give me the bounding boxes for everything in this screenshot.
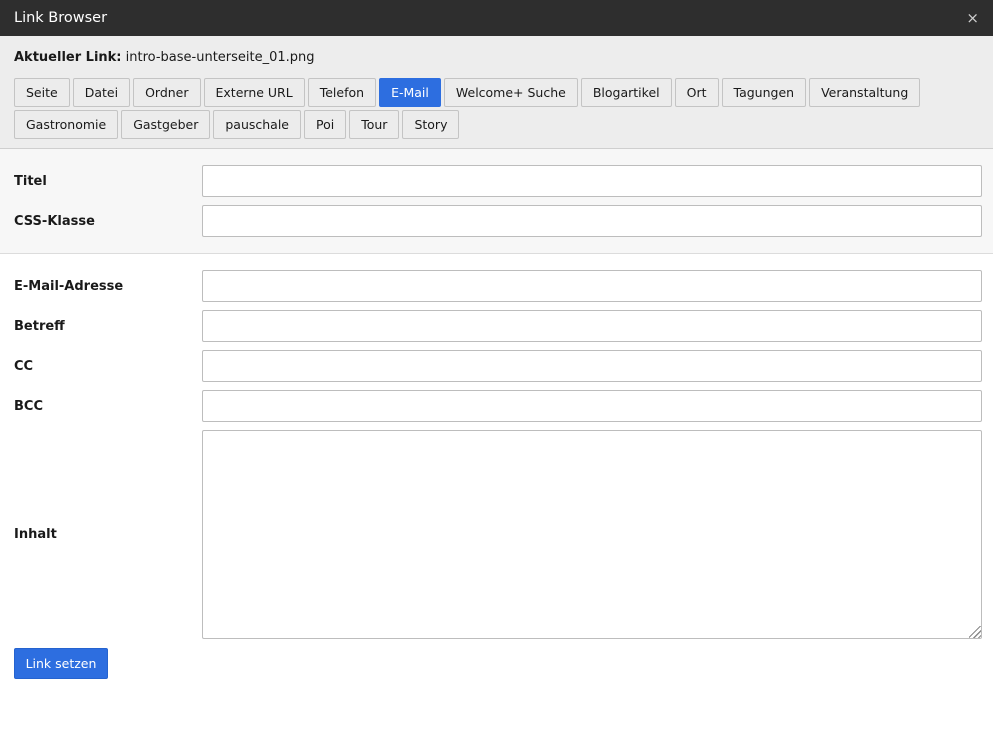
title-label: Titel [14, 173, 47, 189]
tab-poi[interactable]: Poi [304, 110, 347, 139]
tab-row-1: Seite Datei Ordner Externe URL Telefon E… [14, 78, 974, 107]
body-row: Inhalt [0, 430, 993, 639]
tab-row-2: Gastronomie Gastgeber pauschale Poi Tour… [14, 110, 974, 139]
cc-label: CC [14, 358, 34, 374]
tab-telefon[interactable]: Telefon [307, 78, 377, 107]
tab-ort[interactable]: Ort [674, 78, 719, 107]
tab-seite[interactable]: Seite [14, 78, 70, 107]
current-link: Aktueller Link: intro-base-unterseite_01… [14, 50, 315, 65]
tab-gastgeber[interactable]: Gastgeber [121, 110, 211, 139]
cc-input[interactable] [202, 350, 982, 382]
title-input[interactable] [202, 165, 982, 197]
tab-datei[interactable]: Datei [72, 78, 131, 107]
tab-externe-url[interactable]: Externe URL [203, 78, 305, 107]
tab-ordner[interactable]: Ordner [133, 78, 201, 107]
email-address-label: E-Mail-Adresse [14, 278, 124, 294]
cc-row: CC [0, 350, 993, 382]
tab-veranstaltung[interactable]: Veranstaltung [809, 78, 921, 107]
tab-gastronomie[interactable]: Gastronomie [14, 110, 119, 139]
bcc-input[interactable] [202, 390, 982, 422]
link-header-panel: Aktueller Link: intro-base-unterseite_01… [0, 36, 993, 149]
current-link-value: intro-base-unterseite_01.png [125, 50, 315, 65]
general-attributes-section: Titel CSS-Klasse [0, 149, 993, 254]
email-address-row: E-Mail-Adresse [0, 270, 993, 302]
window-title: Link Browser [14, 10, 108, 26]
bcc-row: BCC [0, 390, 993, 422]
tab-story[interactable]: Story [402, 110, 460, 139]
tab-tour[interactable]: Tour [349, 110, 400, 139]
subject-label: Betreff [14, 318, 65, 334]
tab-blogartikel[interactable]: Blogartikel [580, 78, 672, 107]
tab-pauschale[interactable]: pauschale [213, 110, 301, 139]
css-class-label: CSS-Klasse [14, 213, 95, 229]
close-icon[interactable]: × [966, 10, 979, 26]
bcc-label: BCC [14, 398, 43, 414]
subject-row: Betreff [0, 310, 993, 342]
css-class-input[interactable] [202, 205, 982, 237]
email-address-input[interactable] [202, 270, 982, 302]
current-link-label: Aktueller Link: [14, 50, 122, 65]
tab-email[interactable]: E-Mail [379, 78, 441, 107]
subject-input[interactable] [202, 310, 982, 342]
body-label: Inhalt [14, 527, 57, 542]
css-class-row: CSS-Klasse [0, 205, 993, 237]
resize-grip-icon[interactable] [969, 626, 981, 638]
link-type-tabs: Seite Datei Ordner Externe URL Telefon E… [14, 78, 974, 142]
tab-welcome-suche[interactable]: Welcome+ Suche [443, 78, 578, 107]
body-textarea[interactable] [202, 430, 982, 639]
title-row: Titel [0, 165, 993, 197]
tab-tagungen[interactable]: Tagungen [721, 78, 807, 107]
window-titlebar: Link Browser × [0, 0, 993, 36]
set-link-button[interactable]: Link setzen [14, 648, 108, 679]
